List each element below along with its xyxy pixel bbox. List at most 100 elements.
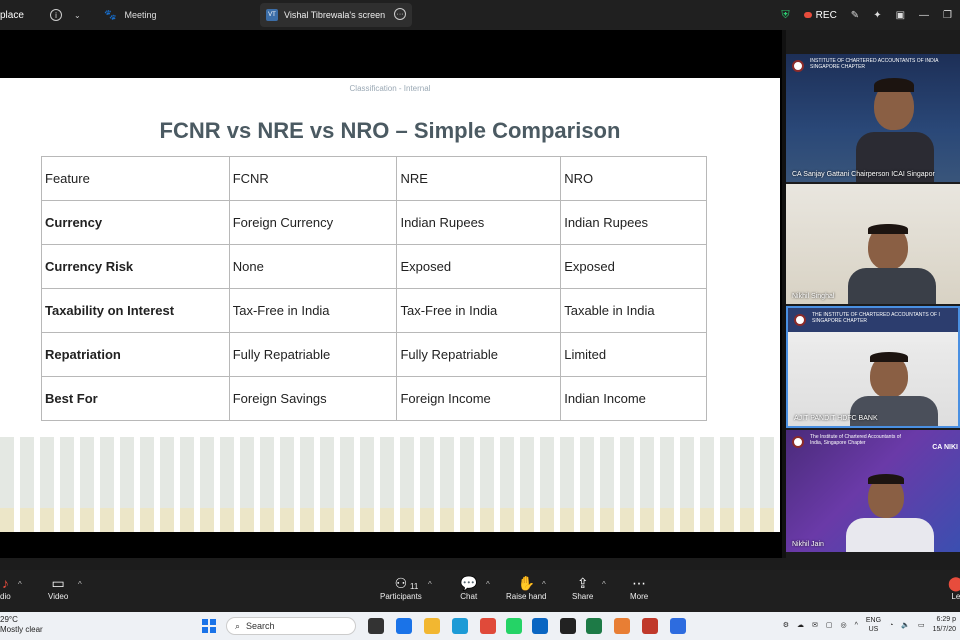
meeting-toolbar: ♪ dio ^ ▭ Video ^ ⚇ Participants 11 ^ 💬 … xyxy=(0,570,960,612)
edge-browser-icon[interactable] xyxy=(452,618,468,634)
clock-time: 6:29 p xyxy=(936,616,956,623)
shield-icon[interactable]: ⛨ xyxy=(781,9,789,22)
outlook-icon[interactable] xyxy=(532,618,548,634)
audio-label: dio xyxy=(0,592,11,601)
wifi-icon[interactable]: ◔ xyxy=(889,622,893,629)
participant-tile[interactable]: Nikhil Singhal xyxy=(786,184,960,304)
info-icon[interactable]: i xyxy=(50,9,62,21)
app-icon[interactable] xyxy=(614,618,630,634)
share-options-caret[interactable]: ^ xyxy=(602,580,606,589)
comparison-table: Feature FCNR NRE NRO Currency Foreign Cu… xyxy=(41,156,707,421)
camera-icon: ▭ xyxy=(51,575,65,591)
region-code: US xyxy=(868,626,879,633)
chat-label: Chat xyxy=(460,592,478,601)
raise-hand-options-caret[interactable]: ^ xyxy=(542,580,546,589)
more-label: More xyxy=(630,592,649,601)
more-options-icon[interactable]: ··· xyxy=(394,8,406,20)
cloud-icon[interactable]: ☁ xyxy=(797,621,804,629)
task-view-icon[interactable] xyxy=(368,618,384,634)
minimize-icon[interactable]: — xyxy=(919,10,929,21)
table-cell-feature: Currency xyxy=(41,200,230,245)
weather-temp: 29°C xyxy=(0,615,18,624)
participant-tile[interactable]: The Institute of Chartered Accountants o… xyxy=(786,430,960,552)
restore-icon[interactable]: ❐ xyxy=(943,10,952,21)
decorative-stripes xyxy=(0,437,780,532)
share-button[interactable]: ⇪ Share xyxy=(572,574,593,601)
participant-video xyxy=(856,76,936,182)
video-banner: INSTITUTE OF CHARTERED ACCOUNTANTS OF IN… xyxy=(810,58,939,70)
battery-icon[interactable]: ▭ xyxy=(918,621,925,629)
more-button[interactable]: ⋯ More xyxy=(630,574,648,601)
classification-label: Classification - Internal xyxy=(349,84,431,93)
participants-icon: ⚇ xyxy=(394,575,408,591)
app-icon[interactable] xyxy=(642,618,658,634)
table-cell: Tax-Free in India xyxy=(396,288,562,333)
chatgpt-icon[interactable] xyxy=(560,618,576,634)
clock[interactable]: 6:29 p 15/7/20 xyxy=(933,615,956,635)
table-cell-feature: Repatriation xyxy=(41,332,230,377)
table-row: Repatriation Fully Repatriable Fully Rep… xyxy=(41,332,707,377)
whatsapp-icon[interactable] xyxy=(506,618,522,634)
layout-icon[interactable]: ▣ xyxy=(896,10,905,21)
system-tray: ⚙ ☁ ✉ ▢ ◎ ^ ENG US ◔ 🔈 ▭ 6:29 p 15/7/20 xyxy=(783,615,960,635)
raise-hand-button[interactable]: ✋ Raise hand xyxy=(506,574,546,601)
chat-button[interactable]: 💬 Chat xyxy=(460,574,477,601)
chrome-browser-icon[interactable] xyxy=(480,618,496,634)
table-cell: Indian Income xyxy=(560,376,707,421)
pen-icon[interactable]: ✎ xyxy=(851,10,859,21)
participant-name: AJIT PANDIT HDFC BANK xyxy=(794,415,878,422)
taskbar-search[interactable]: ⌕ Search xyxy=(226,617,356,635)
table-row: Currency Risk None Exposed Exposed xyxy=(41,244,707,289)
cloud-record-icon xyxy=(803,12,812,18)
video-button[interactable]: ▭ Video xyxy=(48,574,68,601)
zoom-meeting-icon[interactable] xyxy=(670,618,686,634)
participant-tile-active-speaker[interactable]: THE INSTITUTE OF CHARTERED ACCOUNTANTS O… xyxy=(786,306,960,428)
raise-hand-label: Raise hand xyxy=(506,592,547,601)
windows-start-icon[interactable] xyxy=(202,619,216,633)
chevron-up-icon[interactable]: ^ xyxy=(855,622,858,629)
video-banner: The Institute of Chartered Accountants o… xyxy=(810,434,901,446)
video-options-caret[interactable]: ^ xyxy=(78,580,82,589)
video-label: Video xyxy=(48,592,69,601)
app-tray-icon[interactable]: ◎ xyxy=(840,621,846,629)
audio-button[interactable]: ♪ dio xyxy=(0,574,11,601)
chat-icon: 💬 xyxy=(460,575,478,591)
volume-icon[interactable]: 🔈 xyxy=(901,621,910,629)
table-cell-feature: Best For xyxy=(41,376,230,421)
table-cell: Taxable in India xyxy=(560,288,707,333)
chat-options-caret[interactable]: ^ xyxy=(486,580,490,589)
chevron-down-icon[interactable]: ⌄ xyxy=(74,11,81,20)
shared-screen-stage: Classification - Internal FCNR vs NRE vs… xyxy=(0,30,782,558)
table-header-cell: FCNR xyxy=(228,156,398,201)
excel-icon[interactable] xyxy=(586,618,602,634)
table-cell-feature: Taxability on Interest xyxy=(41,288,230,333)
weather-widget[interactable]: 29°C Mostly clear xyxy=(0,615,43,635)
zoom-app-icon[interactable] xyxy=(396,618,412,634)
video-banner-right: CA NIKI xyxy=(932,444,958,451)
table-cell: Exposed xyxy=(396,244,562,289)
app-title: place xyxy=(0,9,24,21)
tab-shared-screen[interactable]: VT Vishal Tibrewala's screen ··· xyxy=(260,3,412,27)
settings-icon[interactable]: ⚙ xyxy=(783,621,789,629)
file-explorer-icon[interactable] xyxy=(424,618,440,634)
slide-title: FCNR vs NRE vs NRO – Simple Comparison xyxy=(159,118,621,143)
clock-date: 15/7/20 xyxy=(932,626,956,633)
mail-icon[interactable]: ✉ xyxy=(812,621,818,629)
participant-tile[interactable]: INSTITUTE OF CHARTERED ACCOUNTANTS OF IN… xyxy=(786,54,960,182)
table-row: Taxability on Interest Tax-Free in India… xyxy=(41,288,707,333)
box-icon[interactable]: ▢ xyxy=(826,621,833,629)
video-banner: THE INSTITUTE OF CHARTERED ACCOUNTANTS O… xyxy=(788,308,958,332)
leave-icon: ⬤ xyxy=(948,575,960,591)
sparkle-icon[interactable]: ✦ xyxy=(873,10,881,21)
recording-indicator[interactable]: REC xyxy=(803,9,837,21)
rec-label: REC xyxy=(815,9,837,21)
participant-name: Nikhil Jain xyxy=(792,541,824,548)
participant-name: CA Sanjay Gattani Chairperson ICAI Singa… xyxy=(792,171,935,178)
participant-video xyxy=(848,224,938,304)
participants-options-caret[interactable]: ^ xyxy=(428,580,432,589)
audio-options-caret[interactable]: ^ xyxy=(18,580,22,589)
decorative-band xyxy=(0,508,780,532)
tab-meeting[interactable]: 🐾 Meeting xyxy=(96,3,256,27)
language-indicator[interactable]: ENG US xyxy=(866,616,881,634)
leave-button[interactable]: ⬤ Le xyxy=(948,574,960,601)
